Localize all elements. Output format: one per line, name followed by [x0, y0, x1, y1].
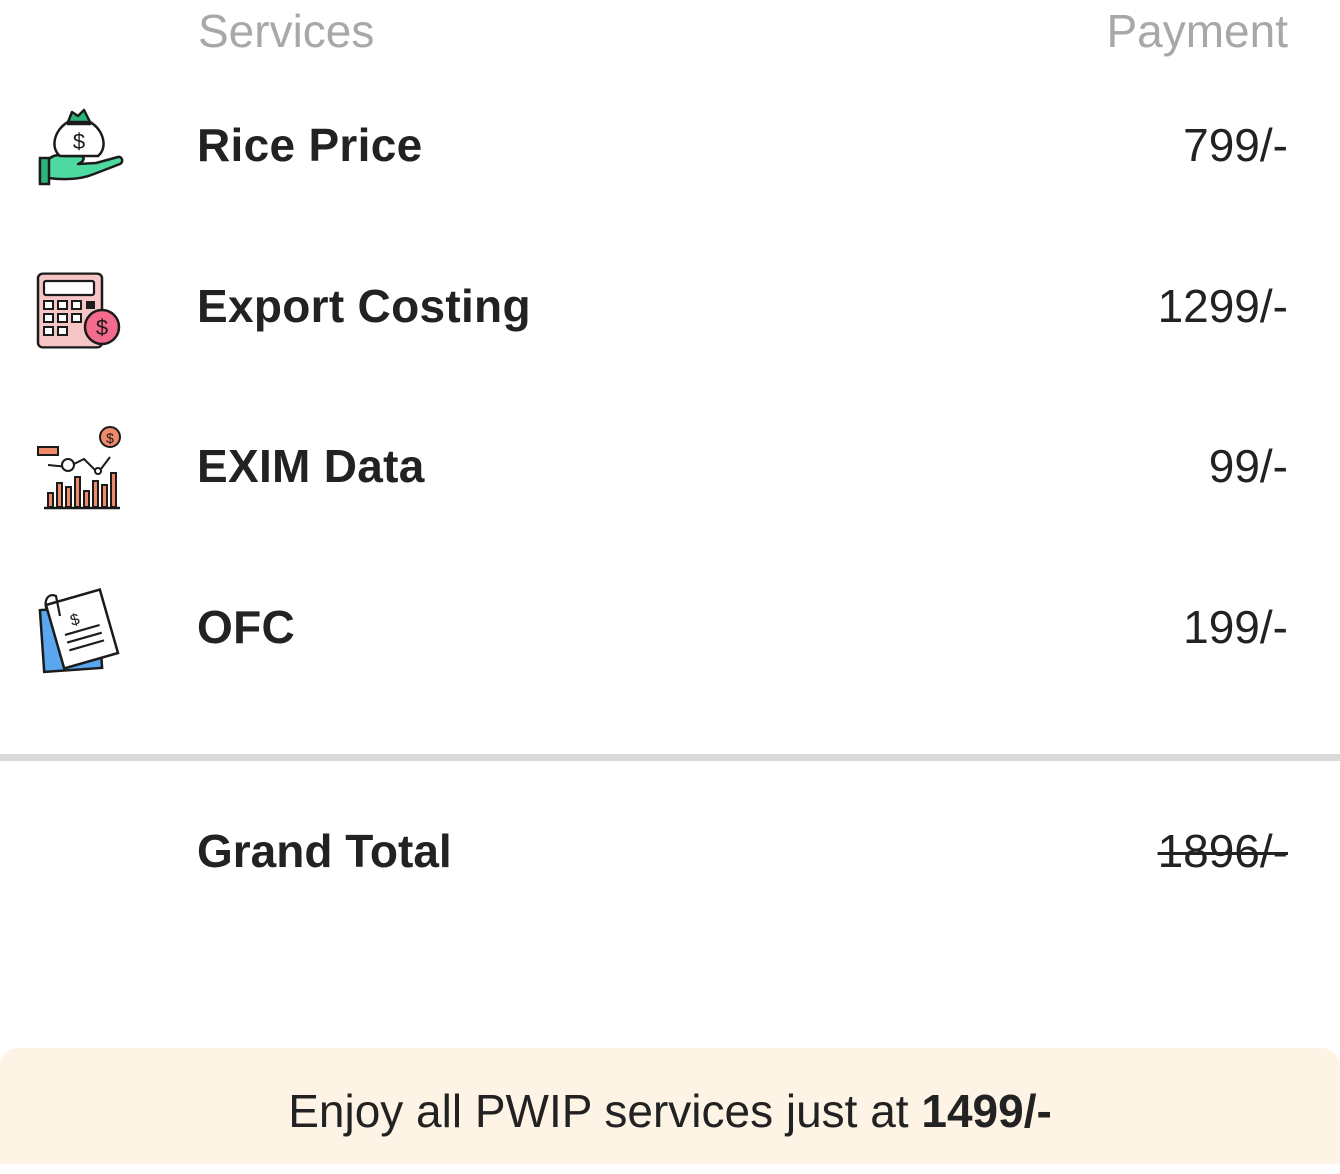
- service-label: Rice Price: [197, 119, 423, 171]
- table-header: Services Payment: [0, 0, 1340, 60]
- service-price: 1299/-: [1157, 280, 1288, 332]
- analytics-chart-icon: $: [34, 421, 126, 513]
- service-row-exim-data: $ EXIM Data 99/-: [0, 411, 1340, 521]
- payment-column-header: Payment: [1106, 5, 1288, 57]
- divider: [0, 754, 1340, 761]
- grand-total-label: Grand Total: [197, 825, 452, 877]
- svg-text:$: $: [96, 315, 108, 340]
- service-price: 799/-: [1183, 119, 1288, 171]
- services-column-header: Services: [198, 5, 375, 57]
- service-label: OFC: [197, 601, 295, 653]
- svg-text:$: $: [73, 129, 85, 154]
- service-row-rice-price: $ Rice Price 799/-: [0, 90, 1340, 200]
- service-label: EXIM Data: [197, 440, 425, 492]
- service-label: Export Costing: [197, 280, 531, 332]
- service-price: 99/-: [1208, 440, 1288, 492]
- offer-text: Enjoy all PWIP services just at: [288, 1085, 922, 1137]
- offer-banner: Enjoy all PWIP services just at 1499/-: [0, 1048, 1340, 1164]
- svg-text:$: $: [106, 430, 114, 446]
- grand-total-row: Grand Total 1896/-: [0, 818, 1340, 888]
- money-bag-hand-icon: $: [34, 100, 126, 192]
- service-row-ofc: $ OFC 199/-: [0, 572, 1340, 682]
- offer-amount: 1499/-: [921, 1085, 1052, 1137]
- invoice-document-icon: $: [34, 582, 126, 674]
- service-price: 199/-: [1183, 601, 1288, 653]
- service-row-export-costing: $ Export Costing 1299/-: [0, 251, 1340, 361]
- grand-total-original-price: 1896/-: [1157, 825, 1288, 877]
- calculator-dollar-icon: $: [34, 261, 126, 353]
